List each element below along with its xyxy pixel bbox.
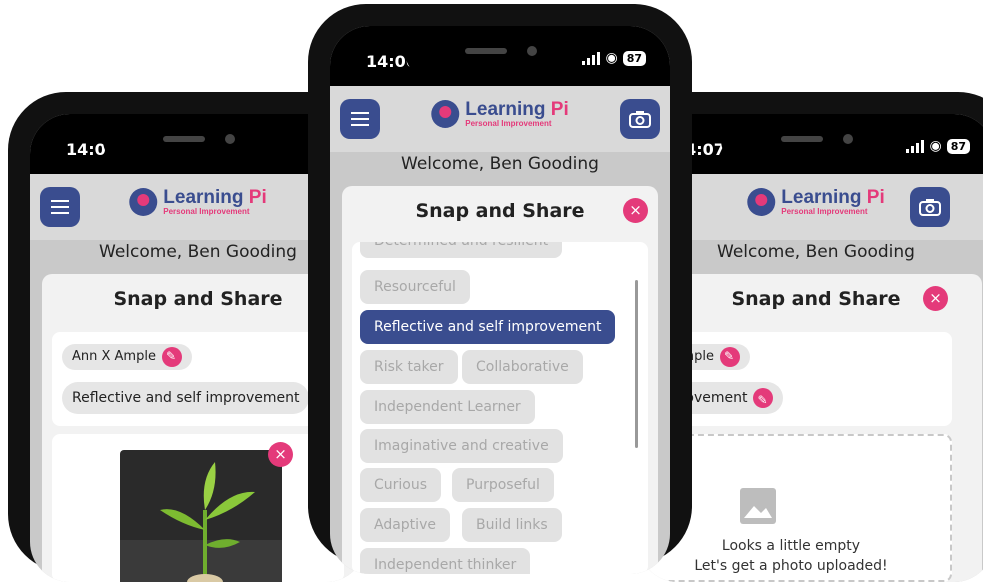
- notch: [721, 114, 911, 166]
- trait-option[interactable]: Independent thinker: [360, 548, 531, 574]
- trait-option[interactable]: Collaborative: [462, 350, 583, 384]
- logo-subtitle: Personal Improvement: [163, 207, 250, 216]
- trait-option[interactable]: Independent Learner: [360, 390, 535, 424]
- signal-icon: [582, 51, 601, 65]
- close-button[interactable]: ×: [623, 198, 648, 223]
- trait-option[interactable]: Purposeful: [452, 468, 554, 502]
- logo-mark-icon: [129, 188, 158, 216]
- edit-icon[interactable]: [719, 343, 740, 369]
- wifi-icon: ◉: [605, 50, 618, 66]
- close-button[interactable]: ×: [923, 286, 948, 311]
- battery-indicator: 87: [946, 138, 970, 154]
- notch: [405, 26, 595, 78]
- logo-subtitle: Personal Improvement: [781, 207, 868, 216]
- trait-option[interactable]: Determined and resilient: [360, 242, 563, 258]
- trait-option[interactable]: Curious: [360, 468, 442, 502]
- camera-button[interactable]: [620, 99, 660, 139]
- logo-title: Learning Pi: [465, 99, 569, 120]
- welcome-text: Welcome, Ben Gooding: [401, 154, 599, 174]
- snap-share-card: Snap and Share × Determined and resilien…: [342, 186, 658, 574]
- phone-center-screen: 14:06 ◉ 87 Learning Pi Personal Improvem…: [330, 26, 670, 574]
- wifi-icon: ◉: [929, 138, 942, 154]
- camera-icon: [919, 199, 941, 216]
- selection-box: Ann X Ample Reflective and self improvem…: [52, 332, 344, 426]
- image-placeholder-icon: [740, 488, 776, 524]
- battery-indicator: 87: [622, 50, 646, 66]
- status-icons: ◉ 87: [906, 138, 970, 154]
- app-logo: Learning Pi Personal Improvement: [431, 99, 569, 128]
- logo-title: Learning Pi: [163, 187, 267, 208]
- logo-mark-icon: [747, 188, 776, 216]
- trait-chip[interactable]: Reflective and self improvement: [62, 382, 310, 414]
- empty-state-line2: Let's get a photo uploaded!: [694, 558, 888, 574]
- plant-photo: [120, 450, 282, 582]
- app-bar: Learning Pi Personal Improvement: [330, 86, 670, 152]
- remove-photo-button[interactable]: ×: [268, 442, 293, 467]
- hamburger-icon: [351, 112, 369, 126]
- snap-share-card: Snap and Share × Ann X Ample Reflective …: [638, 274, 982, 582]
- camera-button[interactable]: [910, 187, 950, 227]
- edit-icon[interactable]: [161, 343, 182, 369]
- logo-mark-icon: [431, 100, 460, 128]
- trait-option[interactable]: Build links: [462, 508, 562, 542]
- app-logo: Learning Pi Personal Improvement: [129, 187, 267, 216]
- trait-list[interactable]: Determined and resilient Resourceful Ref…: [352, 242, 648, 574]
- camera-icon: [629, 111, 651, 128]
- photo-box: ×: [52, 434, 344, 582]
- card-title: Snap and Share: [415, 200, 585, 222]
- phone-center: 14:06 ◉ 87 Learning Pi Personal Improvem…: [308, 4, 692, 574]
- empty-state-line1: Looks a little empty: [721, 538, 861, 554]
- notch: [103, 114, 293, 166]
- logo-subtitle: Personal Improvement: [465, 119, 552, 128]
- app-logo: Learning Pi Personal Improvement: [747, 187, 885, 216]
- status-bar: 14:06 ◉ 87: [330, 26, 670, 86]
- trait-option[interactable]: Risk taker: [360, 350, 458, 384]
- signal-icon: [906, 139, 925, 153]
- list-scrollbar[interactable]: [635, 280, 638, 448]
- menu-button[interactable]: [40, 187, 80, 227]
- trait-option[interactable]: Imaginative and creative: [360, 429, 563, 463]
- edit-icon[interactable]: [753, 384, 774, 416]
- menu-button[interactable]: [340, 99, 380, 139]
- logo-title: Learning Pi: [781, 187, 885, 208]
- trait-option-selected[interactable]: Reflective and self improvement: [360, 310, 616, 344]
- student-chip[interactable]: Ann X Ample: [62, 343, 192, 370]
- status-icons: ◉ 87: [582, 50, 646, 66]
- hamburger-icon: [51, 200, 69, 214]
- trait-option[interactable]: Resourceful: [360, 270, 470, 304]
- trait-option[interactable]: Adaptive: [360, 508, 450, 542]
